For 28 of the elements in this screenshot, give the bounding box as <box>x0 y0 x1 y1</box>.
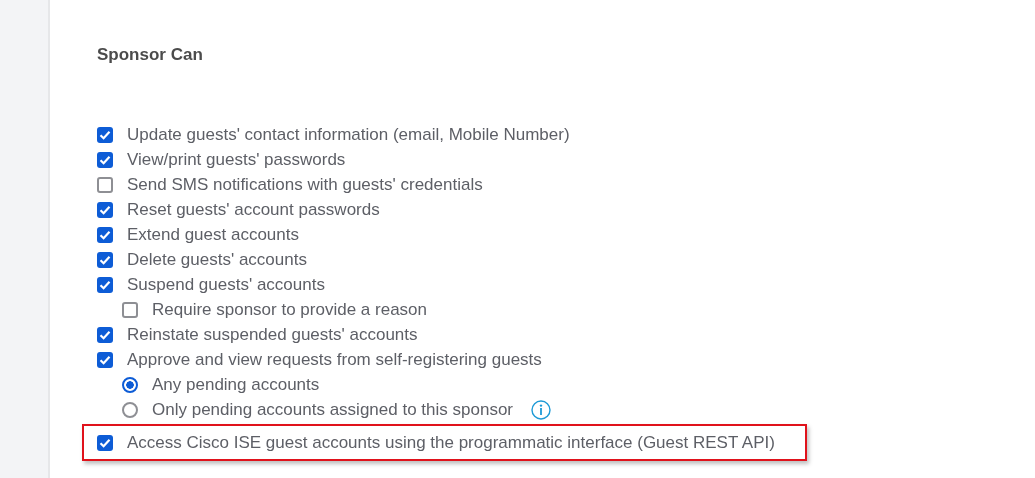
option-label: Extend guest accounts <box>127 224 299 245</box>
option-label: Reset guests' account passwords <box>127 199 380 220</box>
radio-button[interactable] <box>122 376 138 393</box>
option-label: Delete guests' accounts <box>127 249 307 270</box>
checkbox[interactable] <box>97 276 113 293</box>
checkbox[interactable] <box>97 251 113 268</box>
checkbox[interactable] <box>97 126 113 143</box>
option-label: Approve and view requests from self-registering guests <box>127 349 542 370</box>
option-label: Update guests' contact information (email, Mobile Number) <box>127 124 570 145</box>
option-label: Any pending accounts <box>152 374 320 395</box>
option-label: View/print guests' passwords <box>127 149 346 170</box>
info-icon[interactable] <box>531 399 551 420</box>
option-label: Suspend guests' accounts <box>127 274 325 295</box>
option-label: Send SMS notifications with guests' credentials <box>127 174 483 195</box>
option-label: Require sponsor to provide a reason <box>152 299 427 320</box>
checkbox[interactable] <box>97 151 113 168</box>
checkbox[interactable] <box>97 176 113 193</box>
checkbox[interactable] <box>97 434 113 451</box>
section-heading: Sponsor Can <box>97 45 204 65</box>
checkbox[interactable] <box>122 301 138 318</box>
option-label: Reinstate suspended guests' accounts <box>127 324 418 345</box>
checkbox[interactable] <box>97 226 113 243</box>
checkbox[interactable] <box>97 326 113 343</box>
option-label: Access Cisco ISE guest accounts using the programmatic interface (Guest REST API) <box>127 432 775 453</box>
checkbox[interactable] <box>97 351 113 368</box>
radio-button[interactable] <box>122 401 138 418</box>
checkbox[interactable] <box>97 201 113 218</box>
option-label: Only pending accounts assigned to this sponsor <box>152 399 513 420</box>
